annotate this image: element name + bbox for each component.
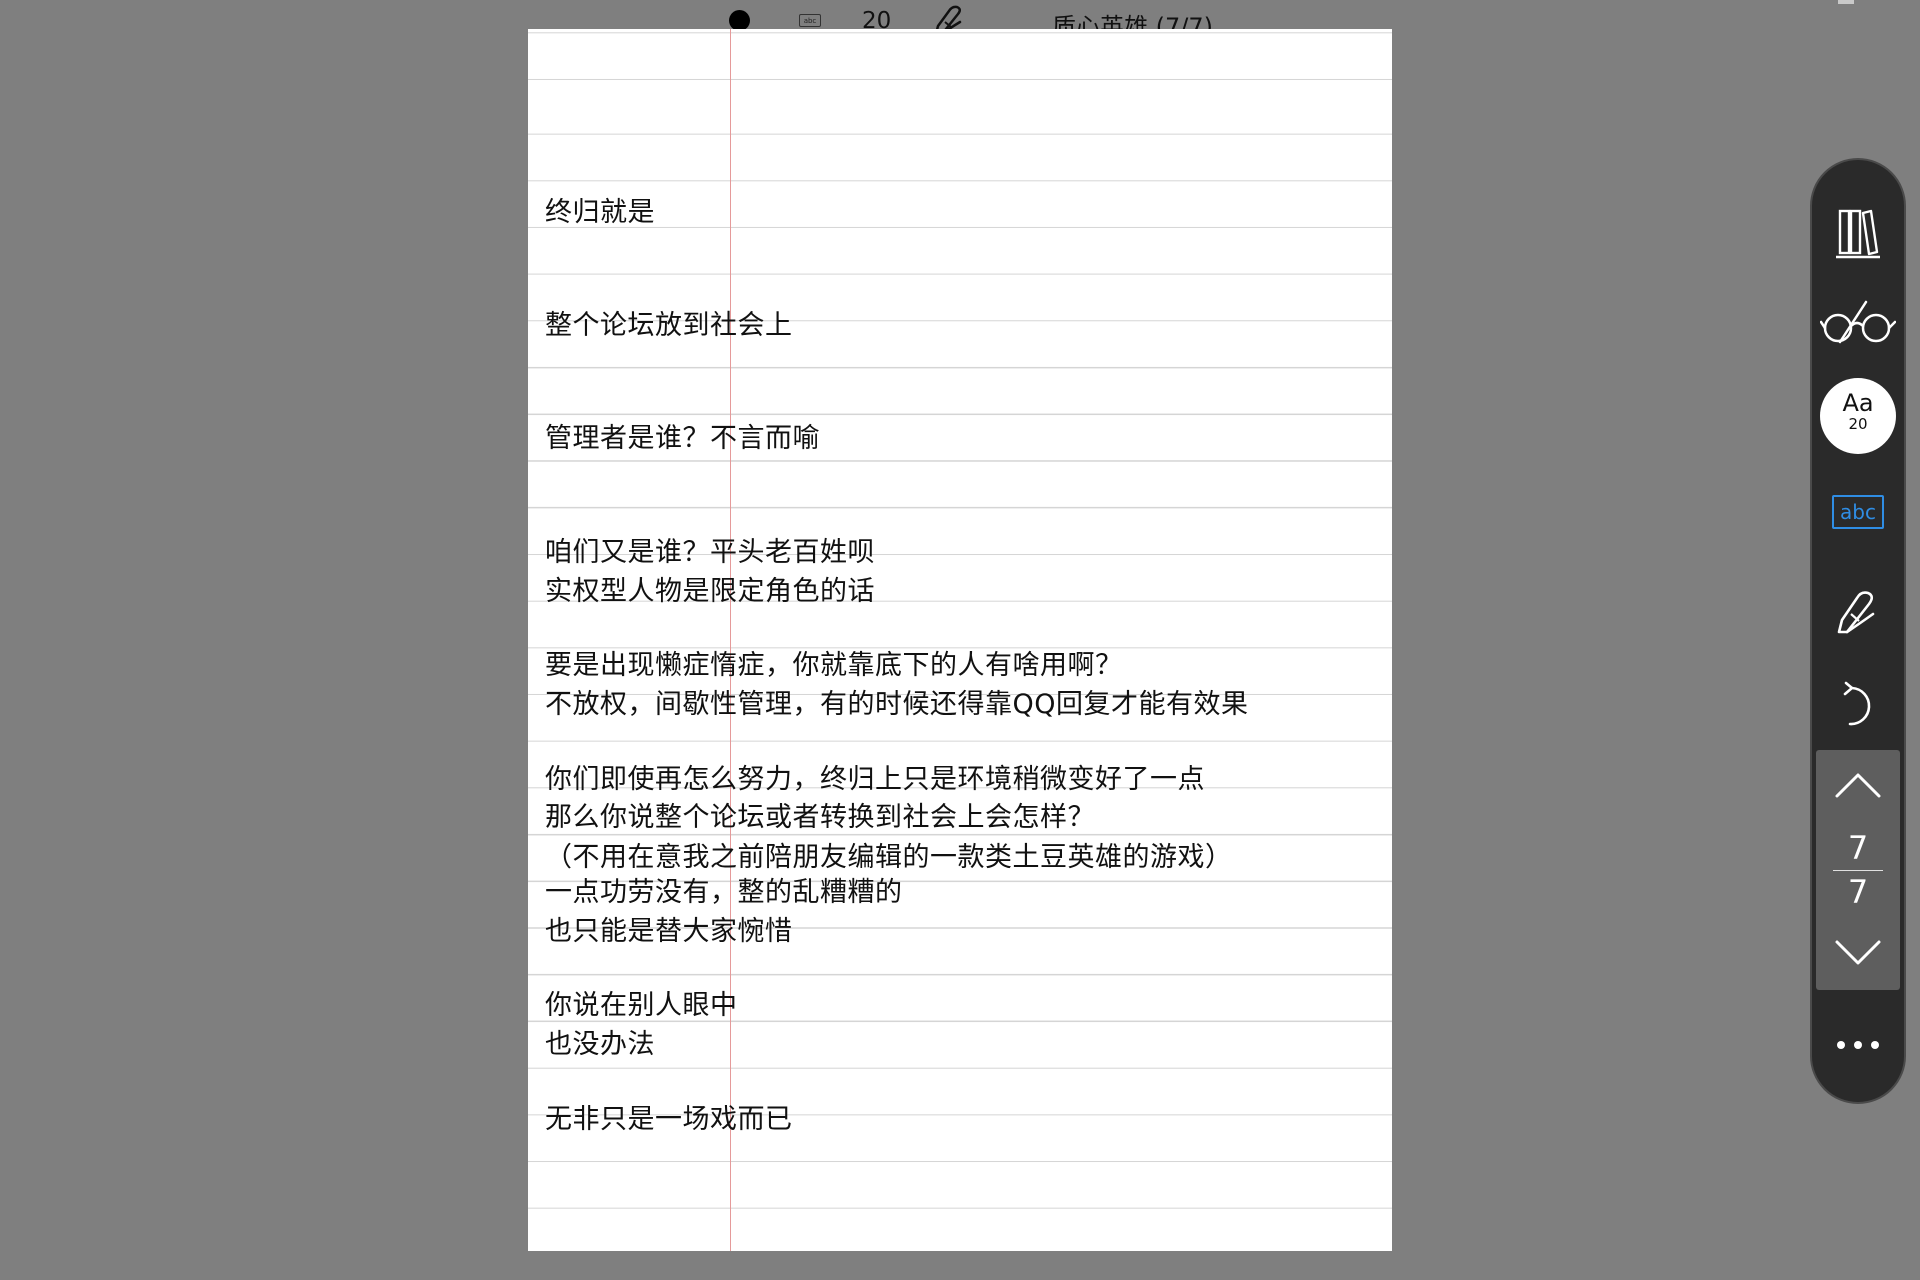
text-mode-icon: abc [799, 14, 821, 27]
page-navigator: 7 7 [1816, 750, 1900, 990]
glasses-icon [1820, 300, 1896, 344]
page-separator [1833, 870, 1883, 871]
paragraph-3: （不用在意我之前陪朋友编辑的一款类土豆英雄的游戏） [545, 763, 1385, 952]
more-icon [1837, 1041, 1879, 1049]
text-line: 实权型人物是限定角色的话 [545, 575, 875, 607]
font-icon: Aa [1842, 389, 1874, 417]
text-line: 终归就是 [545, 196, 655, 228]
page-down-button[interactable] [1833, 938, 1883, 968]
font-size-button[interactable]: Aa 20 [1820, 378, 1896, 454]
page-up-button[interactable] [1833, 770, 1883, 800]
undo-button[interactable] [1812, 672, 1904, 738]
total-pages: 7 [1847, 873, 1869, 911]
text-line: （不用在意我之前陪朋友编辑的一款类土豆英雄的游戏） [545, 841, 1233, 873]
note-page[interactable]: 终归就是 整个论坛放到社会上 管理者是谁？不言而喻 咱们又是谁？平头老百姓呗 要… [528, 29, 1392, 1251]
font-size-value: 20 [1848, 415, 1868, 433]
text-line: 不放权，间歇性管理，有的时候还得靠QQ回复才能有效果 [545, 688, 1249, 720]
more-button[interactable] [1812, 1030, 1904, 1060]
library-button[interactable] [1812, 200, 1904, 266]
undo-icon [1843, 681, 1871, 726]
library-icon [1836, 209, 1880, 259]
text-line: 整个论坛放到社会上 [545, 309, 793, 341]
pen-button[interactable] [1812, 580, 1904, 646]
text-line: 也没办法 [545, 1029, 655, 1061]
text-recognition-button[interactable]: abc [1832, 495, 1884, 529]
dot-icon [729, 10, 750, 31]
battery-icon [1838, 0, 1854, 4]
current-page: 7 [1847, 829, 1869, 867]
pen-icon [1837, 591, 1875, 634]
reading-mode-button[interactable] [1812, 290, 1904, 356]
tool-panel: Aa 20 abc 7 7 [1810, 158, 1906, 1104]
text-line: 管理者是谁？不言而喻 [545, 423, 820, 455]
